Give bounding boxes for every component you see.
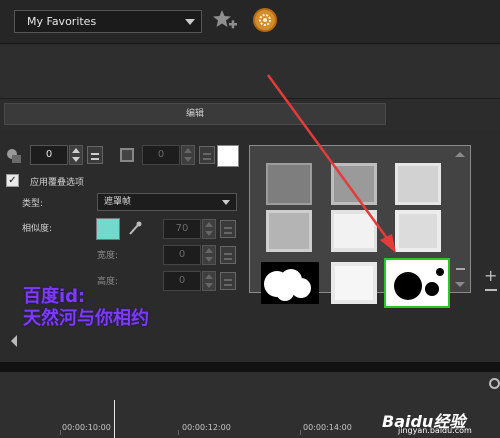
- watermark-line: 天然河与你相约: [23, 308, 149, 329]
- mask-tile[interactable]: [331, 210, 377, 252]
- mask-tile[interactable]: [266, 163, 312, 205]
- similarity-stepper[interactable]: [202, 219, 216, 239]
- frame-stepper[interactable]: [181, 145, 195, 165]
- favorites-label: My Favorites: [27, 15, 97, 28]
- overlay-option-label: 应用覆叠选项: [30, 178, 85, 188]
- ruler-tick: [300, 430, 301, 435]
- divider-bar: [0, 362, 500, 372]
- height-options-button[interactable]: [220, 272, 236, 290]
- mask-tile[interactable]: [261, 262, 319, 304]
- scroll-down-icon[interactable]: [455, 282, 465, 287]
- timecode-label: 00:00:10:00: [62, 423, 111, 432]
- watermark-text: 百度id: 天然河与你相约: [23, 286, 149, 330]
- type-select[interactable]: 遮罩帧: [97, 193, 237, 211]
- height-stepper[interactable]: [202, 271, 216, 291]
- chevron-down-icon: [222, 200, 230, 205]
- mask-tile[interactable]: [331, 163, 377, 205]
- shape-value-input[interactable]: 0: [30, 145, 68, 165]
- favorites-dropdown[interactable]: My Favorites: [14, 10, 202, 33]
- timecode-label: 00:00:12:00: [182, 423, 231, 432]
- zoom-in-button[interactable]: +: [484, 268, 497, 284]
- width-label: 宽度:: [97, 251, 119, 261]
- frame-icon: [120, 148, 134, 162]
- color-swatch[interactable]: [217, 145, 239, 167]
- watermark-line: 百度id:: [23, 286, 86, 307]
- type-label: 类型:: [22, 199, 44, 209]
- overlay-checkbox[interactable]: ✓: [6, 174, 19, 187]
- width-value-input[interactable]: 0: [163, 245, 201, 265]
- similarity-value-input[interactable]: 70: [163, 219, 201, 239]
- width-stepper[interactable]: [202, 245, 216, 265]
- star-add-icon: [213, 10, 237, 29]
- mask-tile[interactable]: [395, 210, 441, 252]
- ruler-tick: [178, 430, 179, 435]
- timecode-label: 00:00:14:00: [303, 423, 352, 432]
- baidu-url: jingyan.baidu.com: [398, 426, 472, 435]
- scrollbar-thumb[interactable]: [456, 268, 465, 270]
- eyedropper-icon[interactable]: [127, 219, 143, 237]
- similarity-label: 相似度:: [22, 224, 53, 234]
- settings-button[interactable]: [253, 8, 277, 32]
- zoom-out-button[interactable]: [485, 289, 497, 291]
- height-value-input[interactable]: 0: [163, 271, 201, 291]
- ruler-tick: [60, 430, 61, 435]
- tab-edit[interactable]: 编辑: [4, 103, 386, 125]
- gear-icon: [259, 14, 271, 26]
- mask-tile-selected[interactable]: [384, 258, 450, 308]
- playhead[interactable]: [114, 400, 115, 438]
- scroll-up-icon[interactable]: [455, 152, 465, 157]
- shape-stepper[interactable]: [69, 145, 83, 165]
- collapse-arrow-icon[interactable]: [11, 335, 17, 347]
- width-options-button[interactable]: [220, 246, 236, 264]
- similarity-color-swatch[interactable]: [96, 218, 120, 240]
- add-favorite-button[interactable]: [212, 8, 238, 34]
- frame-options-button[interactable]: [199, 146, 215, 164]
- similarity-options-button[interactable]: [220, 220, 236, 238]
- mask-tile[interactable]: [266, 210, 312, 252]
- toolbar-band: [0, 45, 500, 99]
- timeline-zoom-icon[interactable]: [489, 378, 500, 389]
- shape-options-button[interactable]: [87, 146, 103, 164]
- mask-tile[interactable]: [395, 163, 441, 205]
- type-value: 遮罩帧: [104, 197, 132, 207]
- chevron-down-icon: [185, 19, 195, 25]
- mask-tile[interactable]: [331, 262, 377, 304]
- frame-value-input[interactable]: 0: [142, 145, 180, 165]
- shape-icon: [7, 149, 21, 163]
